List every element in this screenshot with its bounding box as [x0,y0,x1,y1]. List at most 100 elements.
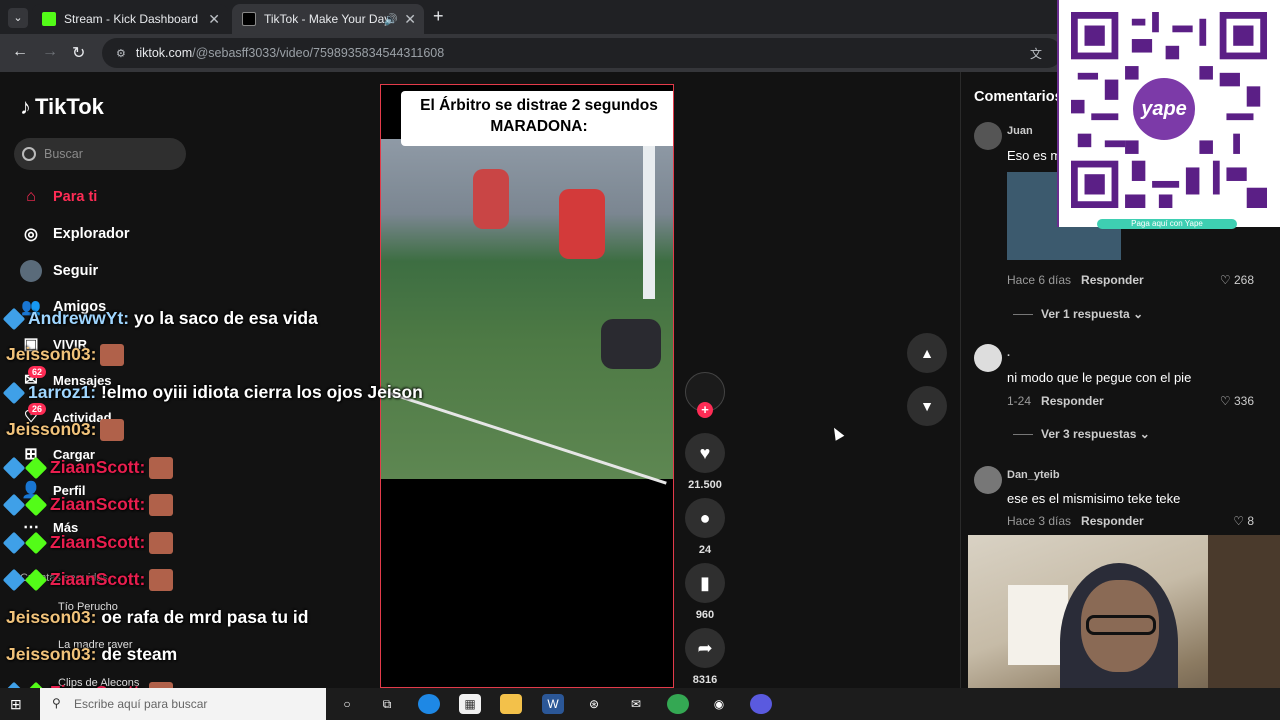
yape-banner: Paga aquí con Yape [1097,219,1237,229]
search-icon: ⚲ [52,696,61,710]
follow-plus-icon[interactable]: + [697,402,713,418]
saves-count: 960 [695,609,715,621]
comment-likes[interactable]: ♡ 336 [1220,394,1254,408]
comment-likes[interactable]: ♡ 8 [1233,514,1254,528]
address-bar[interactable]: ⚙ tiktok.com /@sebasff3033/video/7598935… [102,38,1062,68]
chat-badge-icon [2,494,26,517]
word-icon[interactable]: W [542,694,564,714]
chrome-icon[interactable] [667,694,689,714]
caption-line-1: El Árbitro se distrae 2 segundos [420,97,658,114]
comment-avatar[interactable] [974,122,1002,150]
comment-likes[interactable]: ♡ 268 [1220,273,1254,287]
comment-avatar[interactable] [974,344,1002,372]
forward-icon[interactable]: → [42,43,58,61]
comment-button[interactable]: ● [685,498,725,538]
comment-user[interactable]: Juan [1007,125,1033,137]
video-player[interactable]: El Árbitro se distrae 2 segundos MARADON… [380,84,674,688]
video-caption: El Árbitro se distrae 2 segundos MARADON… [401,91,673,146]
messages-badge: 62 [28,366,47,378]
reply-link[interactable]: Responder [1081,514,1144,528]
comment-text: Eso es m [1007,148,1062,163]
task-view-icon[interactable]: ⧉ [376,694,398,714]
chevron-down-icon: ▼ [920,398,934,414]
glasses [1086,615,1156,635]
chat-username: 1arroz1: [28,382,97,402]
close-tab-icon[interactable]: ✕ [208,11,220,28]
chat-text: !elmo oyiii idiota cierra los ojos Jeiso… [100,382,423,402]
chevron-up-icon: ▲ [920,345,934,361]
chat-username: Jeisson03: [6,344,97,364]
windows-start-icon[interactable]: ⊞ [10,696,22,713]
new-tab-icon[interactable]: + [433,6,444,27]
chat-badge-icon [2,382,26,405]
store-icon[interactable]: ▦ [459,694,481,714]
sidebar-item-para-ti[interactable]: ⌂ Para ti [20,182,97,212]
url-host: tiktok.com [135,46,193,60]
close-tab-icon[interactable]: ✕ [404,11,416,28]
reply-link[interactable]: Responder [1081,273,1144,287]
chat-message: ZiaanScott: [2,457,174,480]
translate-icon[interactable]: 文 [1030,45,1042,62]
comments-count: 24 [698,544,712,556]
comment-icon: ● [699,507,711,528]
speaker-icon[interactable]: 🔊 [384,13,398,26]
comment-user[interactable]: . [1007,347,1010,359]
sidebar-item-explorador[interactable]: ◎ Explorador [20,219,130,249]
url-path: /@sebasff3033/video/7598935834544311608 [192,46,445,60]
comment-like-count: 268 [1233,273,1254,287]
goal-post [643,139,655,299]
tab-kick-dashboard[interactable]: Stream - Kick Dashboard ✕ [32,4,228,34]
edge-icon[interactable] [418,694,440,714]
comment-user[interactable]: Dan_yteib [1007,469,1060,481]
chat-message: 1arroz1: !elmo oyiii idiota cierra los o… [2,382,423,405]
kick-icon [42,12,56,26]
site-info-icon[interactable]: ⚙ [116,47,126,60]
previous-video-button[interactable]: ▲ [907,333,947,373]
mail-icon[interactable]: ✉ [625,694,647,714]
tab-search-chevron-icon[interactable]: ⌄ [8,8,28,28]
video-frame-football-field [381,139,673,485]
reply-link[interactable]: Responder [1041,394,1104,408]
chat-emote-icon [149,457,174,480]
chat-badge-icon [24,569,48,592]
back-icon[interactable]: ← [12,43,28,61]
chat-username: AndrewwYt: [28,308,130,328]
chat-username: Jeisson03: [6,607,97,627]
cortana-icon[interactable]: ○ [336,694,358,714]
share-button[interactable]: ➦ [685,628,725,668]
player-red [559,189,605,259]
sidebar-item-label: Seguir [53,263,99,279]
caption-line-2: MARADONA: [490,118,588,135]
chat-badge-icon [2,308,26,331]
tab-tiktok[interactable]: TikTok - Make Your Day 🔊 ✕ [232,4,424,34]
chat-emote-icon [149,532,174,555]
reload-icon[interactable]: ↻ [72,43,85,63]
obs-icon[interactable]: ◉ [708,694,730,714]
comment-text: ni modo que le pegue con el pie [1007,370,1192,385]
view-replies-link[interactable]: Ver 1 respuesta ⌄ [1013,307,1143,321]
yape-banner-text: Paga aquí con Yape [1131,219,1203,228]
tab-title: TikTok - Make Your Day [264,12,391,26]
chat-username: ZiaanScott: [50,569,146,589]
chat-badge-icon [24,457,48,480]
comment-meta: Hace 3 días Responder [1007,514,1144,528]
tiktok-icon [242,12,256,26]
yape-logo-icon: yape [1130,75,1198,143]
file-explorer-icon[interactable] [500,694,522,714]
taskbar-search-input[interactable]: ⚲ Escribe aquí para buscar [40,688,326,720]
xbox-icon[interactable]: ⊛ [583,694,605,714]
comment-avatar[interactable] [974,466,1002,494]
search-input[interactable]: Buscar [14,138,186,170]
next-video-button[interactable]: ▼ [907,386,947,426]
tiktok-logo[interactable]: ♪ TikTok [20,94,104,120]
sidebar-item-label: Para ti [53,189,98,205]
sidebar-item-seguir[interactable]: Seguir [20,256,98,286]
save-button[interactable]: ▮ [685,563,725,603]
search-icon [22,147,36,161]
chat-username: Jeisson03: [6,644,97,664]
app-icon[interactable] [750,694,772,714]
like-button[interactable]: ♥ [685,433,725,473]
chat-message: ZiaanScott: [2,532,174,555]
search-placeholder: Buscar [44,147,83,161]
view-replies-link[interactable]: Ver 3 respuestas ⌄ [1013,427,1150,441]
